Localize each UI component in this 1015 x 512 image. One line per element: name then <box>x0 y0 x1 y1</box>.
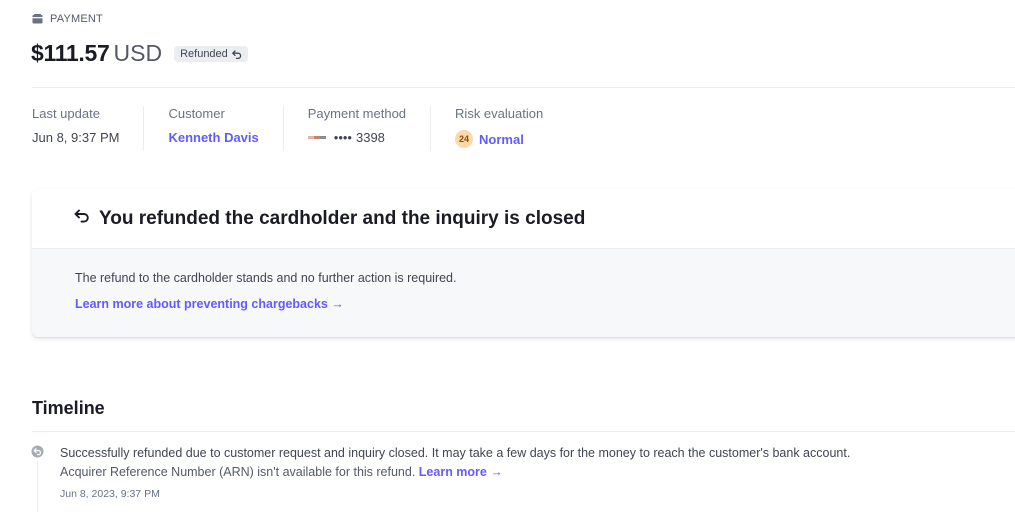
undo-arrow-icon <box>74 209 90 228</box>
chargebacks-learn-more-link[interactable]: Learn more about preventing chargebacks … <box>75 297 344 311</box>
payment-method-value: •••• 3398 <box>307 130 406 145</box>
card-brand-icon <box>307 135 326 140</box>
timeline-learn-more-link[interactable]: Learn more → <box>419 465 503 479</box>
summary-value: Jun 8, 9:37 PM <box>32 130 120 145</box>
timeline-item-subtext: Acquirer Reference Number (ARN) isn't av… <box>60 463 1010 482</box>
summary-last-update: Last update Jun 8, 9:37 PM <box>32 106 145 151</box>
wallet-icon <box>32 14 43 24</box>
timeline-connector <box>37 461 38 512</box>
refund-notice-card: You refunded the cardholder and the inqu… <box>32 189 1015 337</box>
status-badge: Refunded <box>174 46 248 62</box>
risk-level-link[interactable]: Normal <box>479 132 524 147</box>
risk-value: 24 Normal <box>455 130 543 148</box>
header-divider <box>32 87 1015 88</box>
payment-currency: USD <box>113 40 163 66</box>
timeline-item: Successfully refunded due to customer re… <box>60 444 1010 482</box>
summary-payment-method: Payment method •••• 3398 <box>307 106 432 151</box>
payment-amount: $111.57 <box>31 40 110 66</box>
summary-label: Last update <box>32 106 100 121</box>
timeline-arn-note: Acquirer Reference Number (ARN) isn't av… <box>60 465 416 479</box>
timeline-item-timestamp: Jun 8, 2023, 9:37 PM <box>60 488 160 500</box>
notice-header: You refunded the cardholder and the inqu… <box>32 189 1015 249</box>
summary-label: Payment method <box>307 106 407 121</box>
timeline-divider <box>32 431 1015 432</box>
summary-label: Risk evaluation <box>455 106 544 121</box>
card-last4: 3398 <box>355 130 385 145</box>
customer-link[interactable]: Kenneth Davis <box>168 130 258 145</box>
undo-arrow-icon <box>231 49 242 59</box>
page-eyebrow: PAYMENT <box>32 13 103 25</box>
timeline-title: Timeline <box>32 398 105 418</box>
notice-title: You refunded the cardholder and the inqu… <box>99 207 586 229</box>
timeline-item-text: Successfully refunded due to customer re… <box>60 446 851 460</box>
notice-body: The refund to the cardholder stands and … <box>32 249 1015 337</box>
summary-label: Customer <box>168 106 225 121</box>
summary-customer: Customer Kenneth Davis <box>168 106 284 151</box>
notice-text: The refund to the cardholder stands and … <box>75 271 457 285</box>
card-dots: •••• <box>333 130 352 145</box>
summary-risk: Risk evaluation 24 Normal <box>455 106 567 151</box>
payment-detail-page: PAYMENT $111.57 USD Refunded Last update… <box>0 0 1015 512</box>
amount-row: $111.57 USD Refunded <box>31 40 248 67</box>
risk-score-badge: 24 <box>455 130 474 148</box>
status-badge-label: Refunded <box>180 48 228 60</box>
eyebrow-label: PAYMENT <box>50 13 103 25</box>
payment-summary: Last update Jun 8, 9:37 PM Customer Kenn… <box>32 106 591 151</box>
